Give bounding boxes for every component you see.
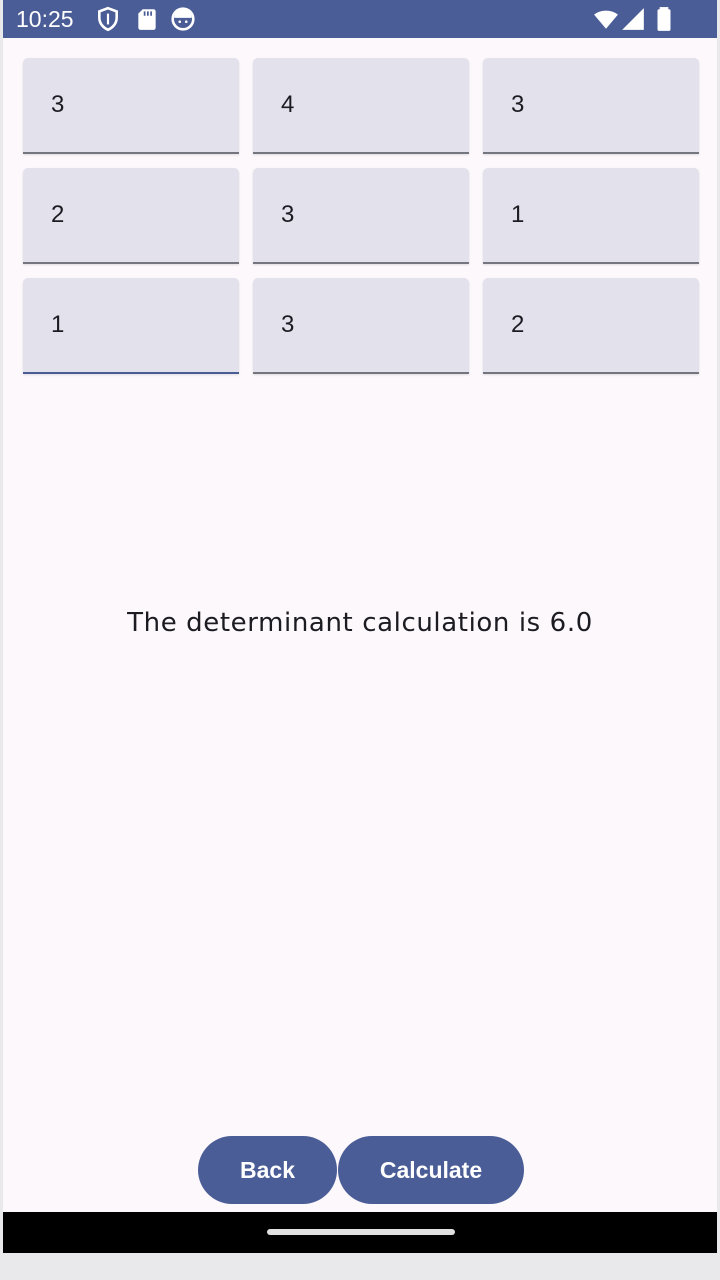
smiley-icon <box>170 6 196 32</box>
matrix-cell-r3c1[interactable] <box>23 278 239 374</box>
matrix-cell-r3c3[interactable] <box>483 278 699 374</box>
signal-icon <box>620 6 646 32</box>
matrix-cell-r2c1[interactable] <box>23 168 239 264</box>
matrix-input-r3c3[interactable] <box>483 278 699 372</box>
matrix-grid <box>23 58 699 374</box>
matrix-input-r3c2[interactable] <box>253 278 469 372</box>
matrix-input-r1c2[interactable] <box>253 58 469 152</box>
matrix-input-r2c3[interactable] <box>483 168 699 262</box>
app-screen: 10:25 The determinant calculation is <box>3 0 717 1253</box>
matrix-cell-r3c2[interactable] <box>253 278 469 374</box>
sd-card-icon <box>134 6 160 32</box>
matrix-cell-r2c2[interactable] <box>253 168 469 264</box>
matrix-cell-r1c1[interactable] <box>23 58 239 154</box>
matrix-input-r3c1[interactable] <box>23 278 239 372</box>
back-button[interactable]: Back <box>198 1136 337 1204</box>
wifi-icon <box>593 6 619 32</box>
matrix-input-r1c1[interactable] <box>23 58 239 152</box>
matrix-input-r2c2[interactable] <box>253 168 469 262</box>
battery-icon <box>651 6 677 32</box>
matrix-input-r2c1[interactable] <box>23 168 239 262</box>
status-time: 10:25 <box>16 6 74 32</box>
matrix-cell-r1c3[interactable] <box>483 58 699 154</box>
matrix-cell-r1c2[interactable] <box>253 58 469 154</box>
home-gesture-handle[interactable] <box>267 1229 455 1235</box>
status-bar: 10:25 <box>3 0 717 38</box>
shield-icon <box>95 6 121 32</box>
matrix-cell-r2c3[interactable] <box>483 168 699 264</box>
determinant-result: The determinant calculation is 6.0 <box>127 608 593 638</box>
navigation-bar <box>3 1212 717 1253</box>
matrix-input-r1c3[interactable] <box>483 58 699 152</box>
calculate-button[interactable]: Calculate <box>338 1136 524 1204</box>
